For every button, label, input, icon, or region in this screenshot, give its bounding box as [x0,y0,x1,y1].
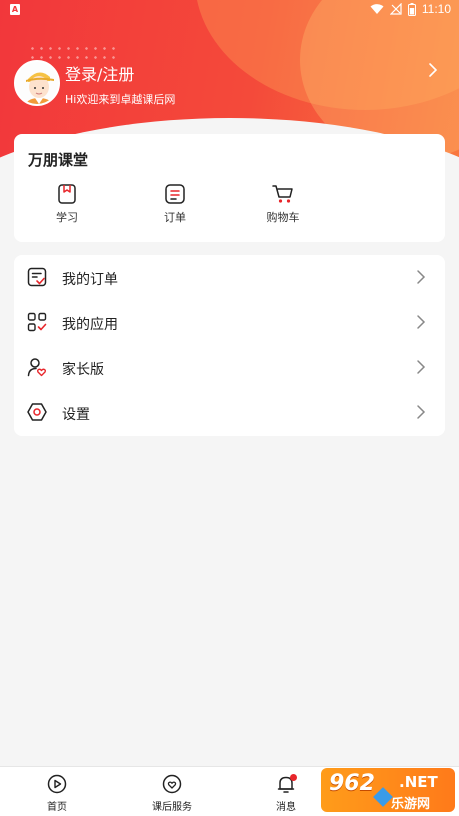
order-list-icon [165,184,185,204]
nav-item-home[interactable]: 首页 [22,773,92,813]
watermark-number: 962 [329,771,375,796]
quick-item-label: 购物车 [266,211,300,224]
menu-item-label: 我的应用 [62,317,118,333]
nav-item-messages[interactable]: 消息 [251,773,321,813]
book-icon [58,184,76,204]
cart-icon [272,185,293,203]
classroom-title: 万朋课堂 [28,151,89,169]
login-register-link[interactable]: 登录/注册 [65,61,134,85]
notification-badge: A [10,4,20,15]
menu-item-label: 设置 [62,407,90,423]
clock: 11:10 [421,2,451,16]
apps-grid-icon [27,312,47,332]
quick-item-label: 学习 [56,211,78,224]
menu-item-label: 我的订单 [62,272,118,288]
service-heart-icon [162,774,182,794]
menu-item-parent-version[interactable]: 家长版 [14,345,445,390]
watermark-text: 乐游网 [391,797,431,812]
welcome-subtitle: Hi欢迎来到卓越课后网 [65,93,176,106]
avatar[interactable] [14,60,60,106]
quick-item-cart[interactable]: 购物车 [253,182,313,225]
nav-item-label: 课后服务 [152,802,192,813]
battery-icon [407,2,416,16]
nav-item-label: 消息 [276,802,296,813]
menu-card: 我的订单 我的应用 家长版 设置 [14,255,445,436]
hexagon-settings-icon [27,403,47,421]
watermark-cube-icon [373,787,393,807]
classroom-card: 万朋课堂 学习 订单 购物车 [14,134,445,242]
parent-heart-icon [27,358,47,377]
nav-item-label: 首页 [47,802,67,813]
status-bar: A 11:10 [0,0,459,20]
site-watermark: 962 .NET 乐游网 [321,768,455,812]
chevron-right-icon [417,405,426,419]
chevron-right-icon[interactable] [428,62,438,78]
home-play-icon [47,774,67,794]
chevron-right-icon [417,315,426,329]
nav-item-after-school-service[interactable]: 课后服务 [137,773,207,813]
chevron-right-icon [417,270,426,284]
unread-badge-dot [290,774,297,781]
menu-item-label: 家长版 [62,362,104,378]
chevron-right-icon [417,360,426,374]
menu-item-my-apps[interactable]: 我的应用 [14,300,445,345]
quick-item-label: 订单 [164,211,186,224]
no-signal-icon [389,3,402,15]
quick-item-study[interactable]: 学习 [37,182,97,225]
menu-item-settings[interactable]: 设置 [14,390,445,435]
watermark-domain: .NET [399,773,438,791]
menu-item-my-orders[interactable]: 我的订单 [14,255,445,300]
order-check-icon [27,267,47,287]
wifi-icon [370,4,384,14]
quick-item-orders[interactable]: 订单 [145,182,205,225]
